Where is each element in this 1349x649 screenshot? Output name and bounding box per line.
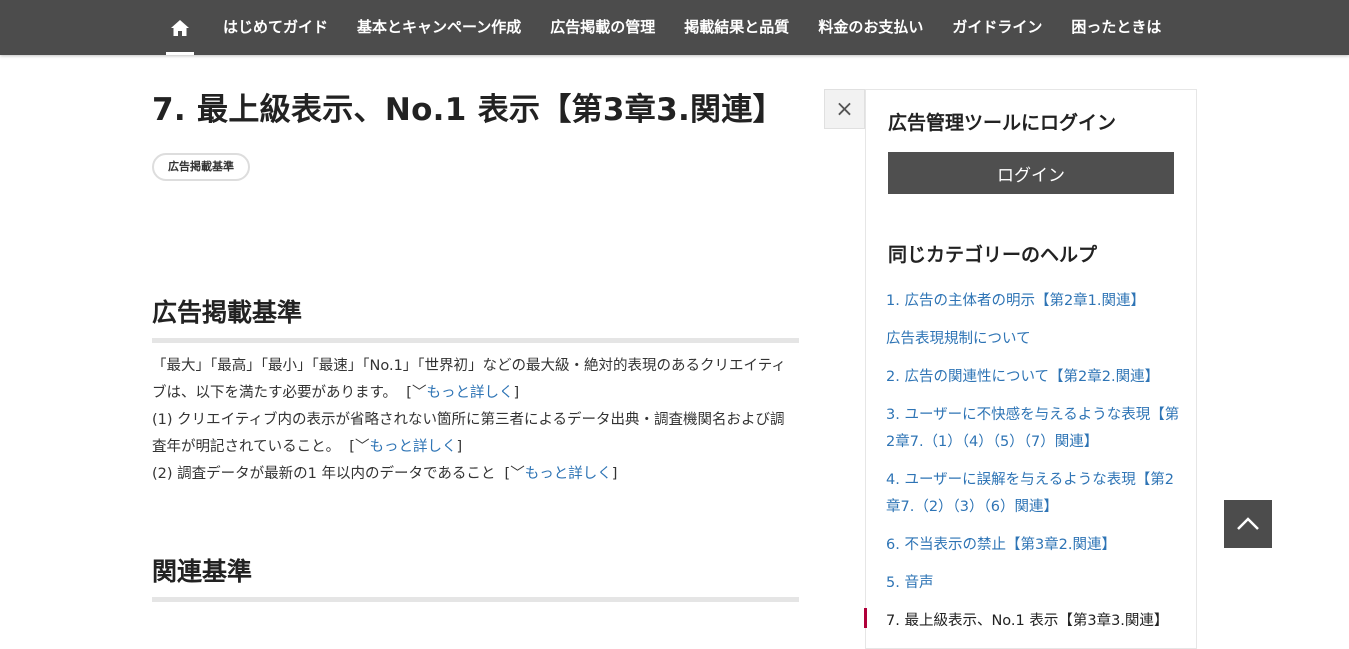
nav-item-guide[interactable]: はじめてガイド [223, 0, 328, 55]
nav-home[interactable] [166, 0, 194, 55]
help-link-list: 1. 広告の主体者の明示【第2章1.関連】 広告表現規制について 2. 広告の関… [886, 288, 1186, 646]
chevron-down-icon: ﹀ [411, 385, 427, 401]
close-icon: × [835, 96, 854, 122]
help-link[interactable]: 4. ユーザーに誤解を与えるような表現【第2章7.（2）（3）（6）関連】 [886, 467, 1186, 521]
nav-menu: はじめてガイド 基本とキャンペーン作成 広告掲載の管理 掲載結果と品質 料金のお… [166, 0, 1190, 55]
help-link[interactable]: 5. 音声 [886, 570, 1186, 597]
help-link[interactable]: 3. ユーザーに不快感を与えるような表現【第2章7.（1）（4）（5）（7）関連… [886, 402, 1186, 456]
page-title: 7. 最上級表示、No.1 表示【第3章3.関連】 [152, 92, 784, 128]
section-heading: 広告掲載基準 [152, 296, 799, 343]
nav-item-payment[interactable]: 料金のお支払い [818, 0, 923, 55]
category-help-heading: 同じカテゴリーのヘルプ [888, 244, 1098, 266]
help-link[interactable]: 1. 広告の主体者の明示【第2章1.関連】 [886, 288, 1186, 315]
article-main: 7. 最上級表示、No.1 表示【第3章3.関連】 広告掲載基準 広告掲載基準 … [152, 87, 799, 602]
category-tag[interactable]: 広告掲載基準 [152, 153, 250, 181]
top-navigation: はじめてガイド 基本とキャンペーン作成 広告掲載の管理 掲載結果と品質 料金のお… [0, 0, 1349, 55]
condition-1-text: (1) クリエイティブ内の表示が省略されない箇所に第三者によるデータ出典・調査機… [152, 412, 785, 455]
nav-item-results[interactable]: 掲載結果と品質 [684, 0, 789, 55]
login-button[interactable]: ログイン [888, 152, 1174, 194]
condition-2-text: (2) 調査データが最新の1 年以内のデータであること [152, 466, 496, 482]
help-link[interactable]: 6. 不当表示の禁止【第3章2.関連】 [886, 532, 1186, 559]
more-link-3[interactable]: [﹀もっと詳しく] [500, 466, 618, 482]
nav-item-guidelines[interactable]: ガイドライン [952, 0, 1042, 55]
more-link-2[interactable]: [﹀もっと詳しく] [345, 439, 462, 455]
section-heading: 関連基準 [152, 555, 799, 602]
current-item-marker [864, 608, 867, 628]
chevron-down-icon: ﹀ [354, 439, 370, 455]
section-ad-standards: 広告掲載基準 「最大」「最高」「最小」「最速」「No.1」「世界初」などの最大級… [152, 296, 799, 488]
sidebar: 広告管理ツールにログイン ログイン 同じカテゴリーのヘルプ 1. 広告の主体者の… [865, 89, 1197, 649]
login-heading: 広告管理ツールにログイン [888, 112, 1117, 134]
nav-item-ad-management[interactable]: 広告掲載の管理 [550, 0, 655, 55]
help-link[interactable]: 広告表現規制について [886, 326, 1186, 353]
help-link-current[interactable]: 7. 最上級表示、No.1 表示【第3章3.関連】 [886, 608, 1186, 635]
chevron-up-icon [1237, 517, 1259, 530]
scroll-to-top-button[interactable] [1224, 500, 1272, 548]
more-link-1[interactable]: [﹀もっと詳しく] [402, 385, 519, 401]
chevron-down-icon: ﹀ [510, 466, 525, 482]
section-body: 「最大」「最高」「最小」「最速」「No.1」「世界初」などの最大級・絶対的表現の… [152, 353, 799, 488]
sidebar-close-button[interactable]: × [824, 89, 865, 129]
section-related-standards: 関連基準 [152, 555, 799, 602]
home-icon [171, 19, 189, 36]
nav-item-trouble[interactable]: 困ったときは [1071, 0, 1161, 55]
help-link[interactable]: 2. 広告の関連性について【第2章2.関連】 [886, 364, 1186, 391]
nav-item-campaign[interactable]: 基本とキャンペーン作成 [357, 0, 521, 55]
